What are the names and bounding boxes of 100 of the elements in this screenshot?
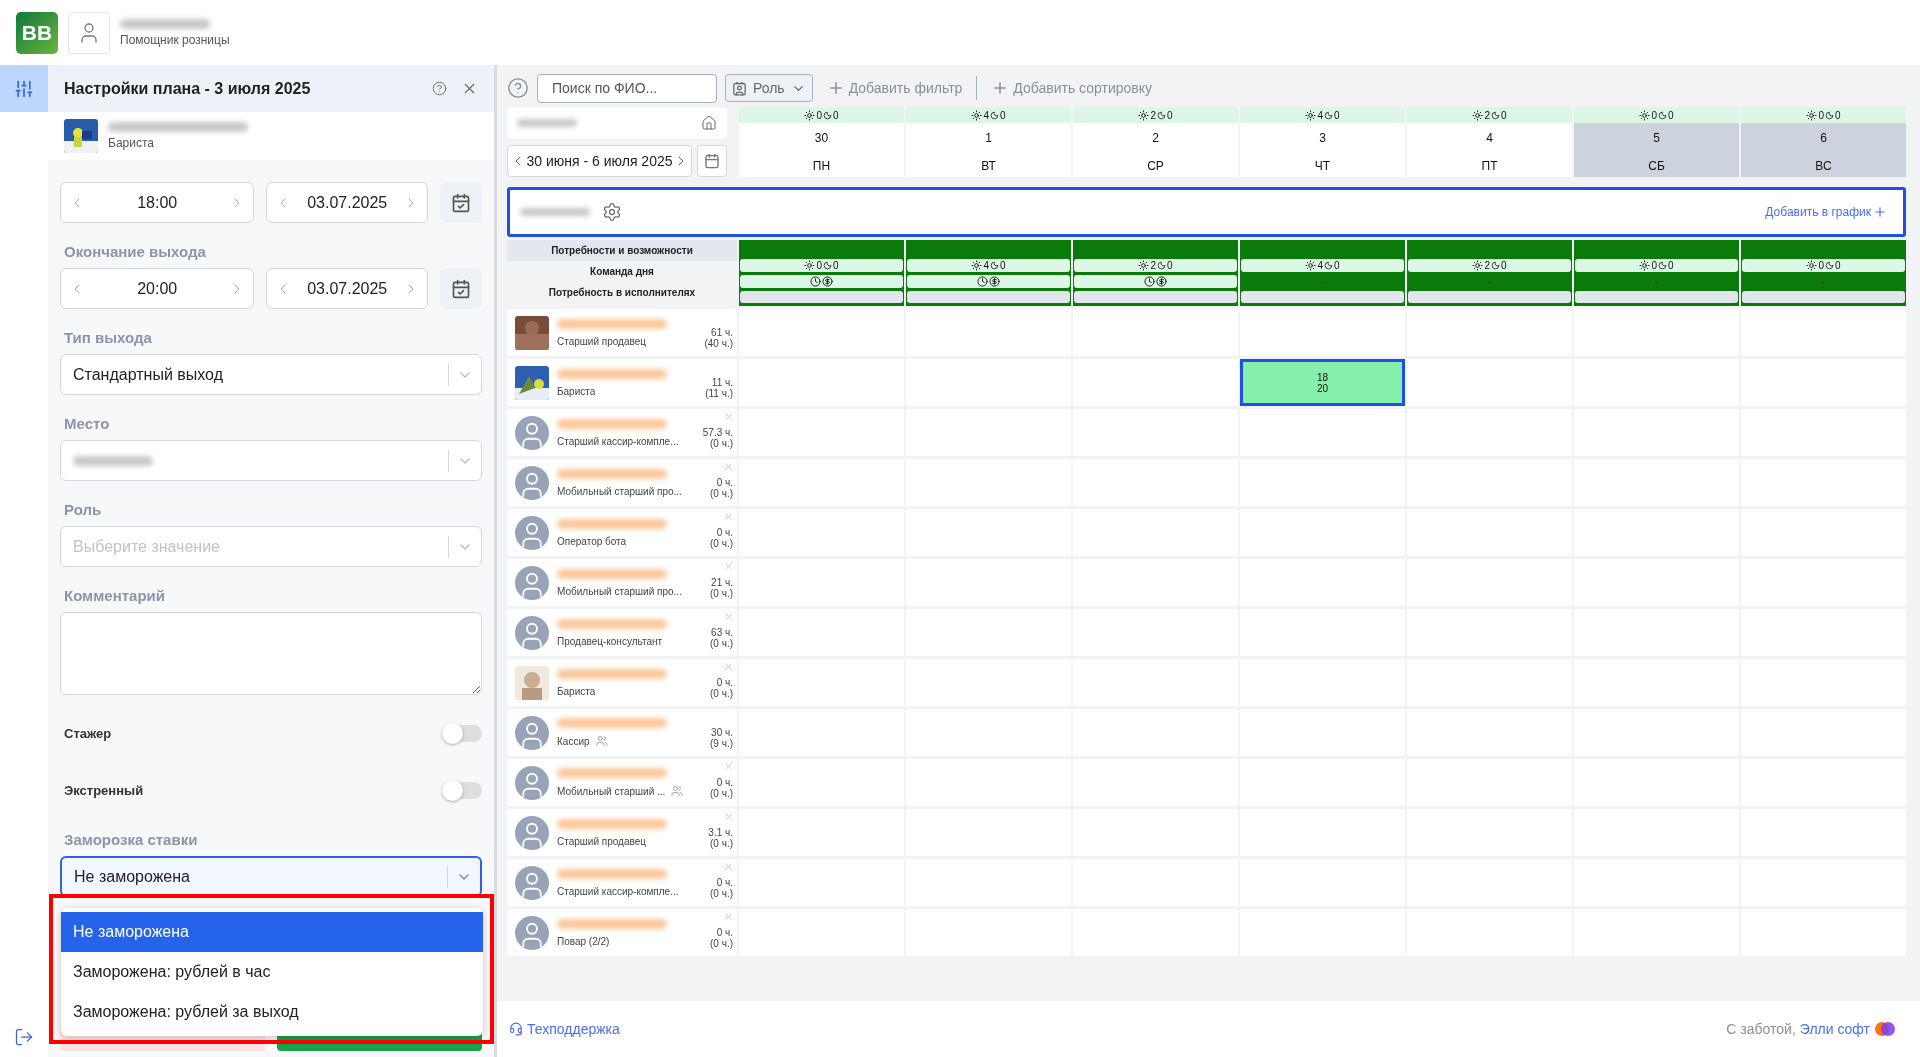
support-link[interactable]: Техподдержка [509,1021,620,1037]
brand-link[interactable]: Элли софт [1799,1021,1870,1037]
row-label: Потребности и возможности [507,240,737,261]
remove-button[interactable] [723,611,734,622]
field-label: Тип выхода [64,329,153,346]
day-number: 2 [1152,131,1159,145]
toggle-label: Стажер [64,726,112,741]
close-icon [723,761,734,772]
avatar-icon [515,915,549,950]
remove-button[interactable] [723,761,734,772]
employee-card[interactable]: Старший продавец 61 ч. (40 ч.) [507,309,737,356]
employee-card[interactable]: Старший продавец 3.1 ч. (0 ч.) [507,809,737,856]
calendar-button[interactable] [697,145,727,177]
night-count: 0 [1668,260,1674,271]
field-label: Комментарий [64,587,166,604]
calendar-button[interactable] [440,182,482,223]
night-count: 0 [1167,109,1173,121]
employee-card[interactable]: Старший кассир-компле... 0 ч. (0 ч.) [507,859,737,906]
day-count: 0 [816,260,822,271]
hours-worked: 0 ч. [716,926,733,938]
remove-button[interactable] [723,661,734,672]
dropdown-option[interactable]: Заморожена: рублей за выход [61,992,483,1032]
avatar-icon [515,415,549,450]
day-number: 1 [985,131,992,145]
employee-card[interactable]: Старший кассир-компле... 57.3 ч. (0 ч.) [507,409,737,456]
avatar-icon [515,565,549,600]
toggle-switch[interactable] [442,725,482,742]
employee-card[interactable]: Кассир 30 ч. (9 ч.) [507,709,737,756]
home-icon[interactable] [701,115,717,131]
hours-planned: (0 ч.) [710,487,733,499]
sun-icon [971,109,983,121]
day-count: 2 [1150,260,1156,271]
sun-icon [1305,109,1317,121]
employee-card[interactable]: Бариста 11 ч. (11 ч.) [507,359,737,406]
weekday-label: ПТ [1481,159,1498,173]
moon-icon [1324,110,1333,120]
select-field[interactable]: Стандартный выход [60,354,482,395]
settings-tab[interactable] [0,65,48,112]
weekday-label: ВС [1815,159,1832,173]
settings-icon[interactable] [602,202,622,222]
dropdown-option[interactable]: Заморожена: рублей в час [61,952,483,992]
help-icon[interactable] [432,81,447,96]
moon-icon [1157,261,1166,270]
employee-card[interactable]: Мобильный старший про... 21 ч. (0 ч.) [507,559,737,606]
remove-button[interactable] [723,911,734,922]
night-count: 0 [1000,260,1006,271]
employee-role: Старший кассир-компле... [557,435,679,447]
employee-card[interactable]: Повар (2/2) 0 ч. (0 ч.) [507,909,737,956]
moon-icon [1658,110,1667,120]
employee-card[interactable]: Мобильный старший про... 0 ч. (0 ч.) [507,459,737,506]
day-count: 0 [1651,260,1657,271]
hours-planned: (0 ч.) [710,937,733,949]
add-to-schedule-link[interactable]: Добавить в график [1759,204,1893,220]
remove-button[interactable] [723,511,734,522]
help-icon[interactable] [507,77,529,99]
sun-icon [971,260,983,271]
logout-icon[interactable] [14,1027,34,1047]
search-field[interactable]: Поиск по ФИО... [537,73,717,103]
employee-role: Продавец-консультант [557,635,663,647]
dropdown-option[interactable]: Не заморожена [61,912,483,952]
remove-button[interactable] [723,811,734,822]
hours-worked: 30 ч. [711,726,733,738]
remove-button[interactable] [723,561,734,572]
remove-button[interactable] [723,411,734,422]
role-filter-button[interactable]: Роль [725,74,813,102]
employee-card[interactable]: Оператор бота 0 ч. (0 ч.) [507,509,737,556]
remove-button[interactable] [723,861,734,872]
employee-role: Кассир [557,735,590,747]
employee-card[interactable]: Продавец-консультант 63 ч. (0 ч.) [507,609,737,656]
user-role: Помощник розницы [120,32,230,47]
select-field[interactable] [60,440,482,481]
hours-worked: 0 ч. [716,476,733,488]
hours-planned: (40 ч.) [704,337,733,349]
sun-icon [1806,260,1818,271]
night-count: 0 [1334,109,1340,121]
shift-cell[interactable]: 18 20 [1240,359,1405,406]
hours-worked: 0 ч. [716,676,733,688]
week-switcher[interactable]: 30 июня - 6 июля 2025 [507,145,692,177]
weekday-label: СБ [1648,159,1665,173]
calendar-button[interactable] [440,268,482,309]
close-icon [723,811,734,822]
headset-icon [509,1022,523,1036]
remove-button[interactable] [723,461,734,472]
toggle-switch[interactable] [442,782,482,799]
employee-role: Бариста [557,685,596,697]
user-avatar[interactable] [68,11,110,54]
day-number: 3 [1319,131,1326,145]
calendar-icon [451,192,471,213]
select-field[interactable]: Не заморожена [60,856,482,897]
day-count: 2 [1484,260,1490,271]
employee-card[interactable]: Мобильный старший ... 0 ч. (0 ч.) [507,759,737,806]
moon-icon [1825,110,1834,120]
night-count: 0 [1501,260,1507,271]
coin-icon [822,276,833,287]
night-count: 0 [1668,109,1674,121]
comment-field[interactable] [60,612,482,695]
coin-icon [989,276,1000,287]
row-label: Команда дня [589,265,655,279]
employee-card[interactable]: Бариста 0 ч. (0 ч.) [507,659,737,706]
employee-role: Бариста [108,136,155,150]
